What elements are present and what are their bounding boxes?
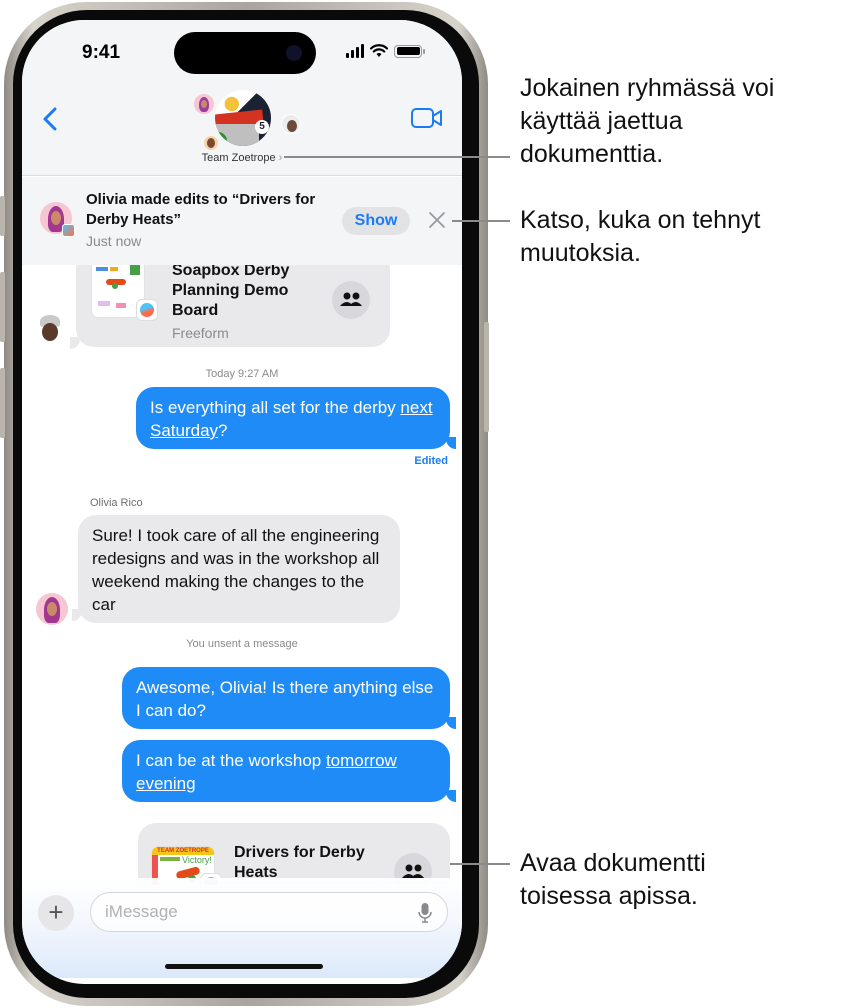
callout-line-open <box>450 863 510 865</box>
action-button <box>0 196 5 236</box>
member-avatar-3 <box>204 136 218 150</box>
callout-see-edits: Katso, kuka on tehnyt muutoksia. <box>520 206 761 267</box>
front-camera <box>286 45 302 61</box>
thumb-header: TEAM ZOETROPE <box>152 847 214 855</box>
group-photo: 5 <box>215 90 271 146</box>
volume-up-button <box>0 272 5 342</box>
callout-group-access: Jokainen ryhmässä voi käyttää jaettua do… <box>520 74 775 168</box>
shared-freeform-card[interactable]: Soapbox Derby Planning Demo Board Freefo… <box>76 265 390 347</box>
member-avatar-2 <box>281 114 301 134</box>
group-name-label: Team Zoetrope <box>201 152 276 164</box>
message-text: Is everything all set for the derby <box>150 398 401 417</box>
document-title: Drivers for Derby Heats <box>234 844 365 881</box>
car-number: 5 <box>255 120 269 134</box>
timestamp: Today 9:27 AM <box>205 368 279 380</box>
notification-title: Olivia made edits to “Drivers for Derby … <box>86 191 316 228</box>
thumb-note: Victory! <box>182 855 212 865</box>
board-app-label: Freeform <box>172 325 229 341</box>
olivia-avatar <box>40 202 75 237</box>
show-button[interactable]: Show <box>342 207 410 235</box>
status-icons <box>346 44 425 58</box>
close-icon <box>429 212 445 228</box>
edited-label[interactable]: Edited <box>414 455 448 467</box>
bubble-tail <box>446 790 456 802</box>
outgoing-message[interactable]: Awesome, Olivia! Is there anything else … <box>122 667 450 729</box>
outgoing-message[interactable]: I can be at the workshop tomorrow evenin… <box>122 740 450 802</box>
notification-time: Just now <box>86 233 142 249</box>
group-name[interactable]: Team Zoetrope › <box>22 152 462 164</box>
back-button[interactable] <box>36 104 66 134</box>
callout-line-group <box>284 156 510 158</box>
conversation-header: 5 Team Zoetrope › <box>22 90 462 176</box>
sender-name: Olivia Rico <box>90 497 143 509</box>
video-camera-icon <box>411 108 442 128</box>
callout-open-document: Avaa dokumentti toisessa apissa. <box>520 849 706 910</box>
dismiss-button[interactable] <box>426 209 448 231</box>
message-text: I can be at the workshop <box>136 751 326 770</box>
chevron-right-icon: › <box>278 152 283 164</box>
cellular-signal-icon <box>346 44 364 58</box>
chevron-left-icon <box>43 107 57 131</box>
apps-button[interactable]: + <box>38 895 74 931</box>
status-bar: 9:41 <box>22 20 462 90</box>
shared-document-card[interactable]: TEAM ZOETROPE Victory! Drivers for Derby… <box>138 823 450 885</box>
freeform-badge-icon <box>62 224 75 237</box>
board-title: Soapbox Derby Planning Demo Board <box>172 265 290 319</box>
volume-down-button <box>0 368 5 438</box>
message-list[interactable]: Soapbox Derby Planning Demo Board Freefo… <box>22 265 462 885</box>
freeform-app-icon <box>136 299 158 321</box>
compose-bar: + <box>22 878 462 978</box>
power-button <box>484 322 489 432</box>
facetime-button[interactable] <box>410 106 444 130</box>
callout-line-edits <box>452 220 510 222</box>
screen: 9:41 5 Team Zoetrope › Olivia made edits… <box>22 20 462 984</box>
member-avatar-olivia <box>194 94 214 114</box>
edit-notification-banner: Olivia made edits to “Drivers for Derby … <box>22 177 462 265</box>
battery-icon <box>394 44 425 58</box>
phone-bezel: 9:41 5 Team Zoetrope › Olivia made edits… <box>13 10 479 998</box>
dynamic-island <box>174 32 316 74</box>
bubble-tail <box>446 437 456 449</box>
message-input[interactable] <box>90 892 448 932</box>
outgoing-message[interactable]: Is everything all set for the derby next… <box>136 387 450 449</box>
sender-avatar-memoji <box>38 315 62 343</box>
status-time: 9:41 <box>82 42 121 63</box>
incoming-message[interactable]: Sure! I took care of all the engineering… <box>78 515 400 623</box>
bubble-tail <box>446 717 456 729</box>
message-text-end: ? <box>218 421 228 440</box>
collaboration-button[interactable] <box>332 281 370 319</box>
wifi-icon <box>370 44 388 57</box>
group-avatar-cluster[interactable]: 5 <box>190 90 310 152</box>
unsent-notice: You unsent a message <box>186 638 298 650</box>
olivia-avatar <box>36 593 68 625</box>
people-icon <box>340 292 362 306</box>
home-indicator[interactable] <box>165 964 323 969</box>
microphone-icon[interactable] <box>418 902 432 924</box>
